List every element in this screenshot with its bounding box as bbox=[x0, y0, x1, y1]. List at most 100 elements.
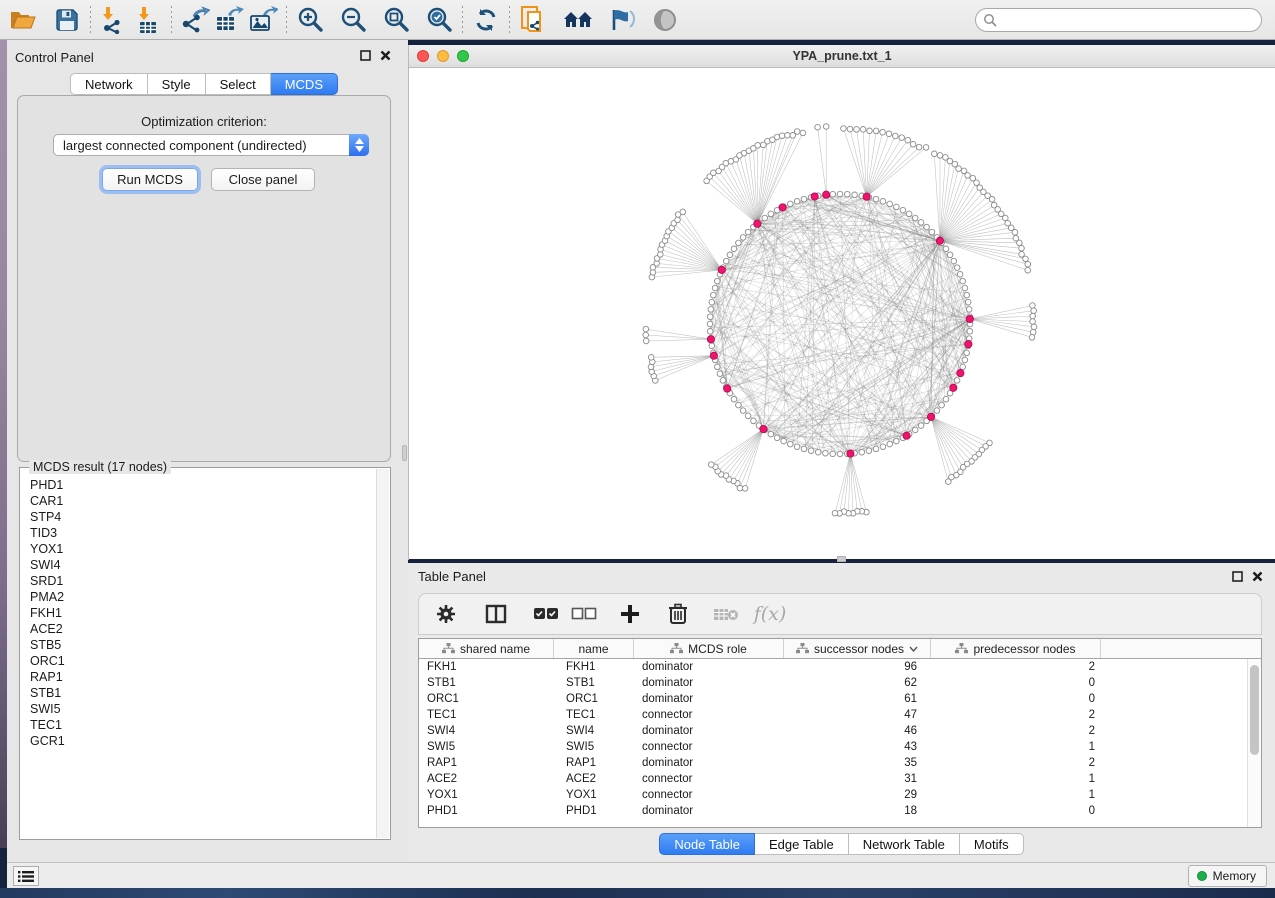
close-panel-icon[interactable] bbox=[1252, 570, 1263, 585]
hide-graphics-details-icon[interactable] bbox=[604, 4, 638, 36]
tab-style[interactable]: Style bbox=[148, 73, 206, 95]
search-input[interactable] bbox=[975, 8, 1262, 32]
mcds-result-scrollbar[interactable] bbox=[376, 469, 389, 838]
table-row[interactable]: STB1STB1dominator620 bbox=[419, 675, 1247, 691]
cell-shared-name[interactable]: SWI4 bbox=[419, 723, 554, 739]
close-panel-icon[interactable] bbox=[380, 49, 391, 64]
mcds-result-item[interactable]: TEC1 bbox=[21, 717, 376, 733]
float-panel-icon[interactable] bbox=[360, 49, 371, 64]
cell-successor-nodes[interactable]: 47 bbox=[784, 707, 931, 723]
mcds-result-item[interactable]: PHD1 bbox=[21, 477, 376, 493]
cell-name[interactable]: ORC1 bbox=[554, 691, 634, 707]
cell-successor-nodes[interactable]: 46 bbox=[784, 723, 931, 739]
cell-mcds-role[interactable]: dominator bbox=[634, 803, 784, 819]
run-mcds-button[interactable]: Run MCDS bbox=[102, 168, 198, 191]
column-header-predecessor-nodes[interactable]: predecessor nodes bbox=[931, 639, 1101, 658]
cell-mcds-role[interactable]: dominator bbox=[634, 755, 784, 771]
table-row[interactable]: YOX1YOX1connector291 bbox=[419, 787, 1247, 803]
float-panel-icon[interactable] bbox=[1232, 570, 1243, 585]
horizontal-divider-grip[interactable] bbox=[837, 556, 846, 562]
tab-select[interactable]: Select bbox=[206, 73, 271, 95]
tab-network-table[interactable]: Network Table bbox=[849, 833, 960, 855]
cell-successor-nodes[interactable]: 31 bbox=[784, 771, 931, 787]
cell-predecessor-nodes[interactable]: 0 bbox=[931, 675, 1101, 691]
import-table-icon[interactable] bbox=[131, 4, 165, 36]
column-header-mcds-role[interactable]: MCDS role bbox=[634, 639, 784, 658]
mcds-result-item[interactable]: PMA2 bbox=[21, 589, 376, 605]
neighbors-houses-icon[interactable] bbox=[562, 4, 596, 36]
cell-predecessor-nodes[interactable]: 2 bbox=[931, 755, 1101, 771]
zoom-fit-icon[interactable] bbox=[379, 4, 413, 36]
cell-mcds-role[interactable]: dominator bbox=[634, 691, 784, 707]
cell-mcds-role[interactable]: dominator bbox=[634, 659, 784, 675]
tab-network[interactable]: Network bbox=[70, 73, 148, 95]
cell-mcds-role[interactable]: connector bbox=[634, 787, 784, 803]
table-row[interactable]: RAP1RAP1dominator352 bbox=[419, 755, 1247, 771]
close-panel-button[interactable]: Close panel bbox=[211, 168, 315, 191]
mcds-result-item[interactable]: GCR1 bbox=[21, 733, 376, 749]
mcds-result-item[interactable]: STB5 bbox=[21, 637, 376, 653]
split-pane-divider[interactable] bbox=[401, 40, 408, 862]
cell-name[interactable]: RAP1 bbox=[554, 755, 634, 771]
cell-successor-nodes[interactable]: 35 bbox=[784, 755, 931, 771]
tab-node-table[interactable]: Node Table bbox=[659, 833, 755, 855]
mcds-result-item[interactable]: YOX1 bbox=[21, 541, 376, 557]
cell-name[interactable]: YOX1 bbox=[554, 787, 634, 803]
table-row[interactable]: SWI5SWI5connector431 bbox=[419, 739, 1247, 755]
table-settings-gear-icon[interactable] bbox=[429, 599, 463, 629]
table-scrollbar-thumb[interactable] bbox=[1250, 665, 1259, 755]
mcds-result-item[interactable]: ACE2 bbox=[21, 621, 376, 637]
mcds-result-item[interactable]: TID3 bbox=[21, 525, 376, 541]
cell-shared-name[interactable]: RAP1 bbox=[419, 755, 554, 771]
cell-predecessor-nodes[interactable]: 1 bbox=[931, 771, 1101, 787]
cell-name[interactable]: STB1 bbox=[554, 675, 634, 691]
cell-mcds-role[interactable]: dominator bbox=[634, 675, 784, 691]
cell-predecessor-nodes[interactable]: 1 bbox=[931, 739, 1101, 755]
mcds-result-item[interactable]: SWI4 bbox=[21, 557, 376, 573]
cell-name[interactable]: ACE2 bbox=[554, 771, 634, 787]
cell-mcds-role[interactable]: connector bbox=[634, 739, 784, 755]
cell-shared-name[interactable]: YOX1 bbox=[419, 787, 554, 803]
network-view[interactable] bbox=[409, 68, 1275, 559]
save-icon[interactable] bbox=[50, 4, 84, 36]
cell-successor-nodes[interactable]: 29 bbox=[784, 787, 931, 803]
cell-name[interactable]: TEC1 bbox=[554, 707, 634, 723]
mcds-result-item[interactable]: ORC1 bbox=[21, 653, 376, 669]
cell-successor-nodes[interactable]: 18 bbox=[784, 803, 931, 819]
divider-grip[interactable] bbox=[402, 445, 407, 461]
task-history-button[interactable] bbox=[13, 866, 39, 886]
table-row[interactable]: ORC1ORC1dominator610 bbox=[419, 691, 1247, 707]
cell-predecessor-nodes[interactable]: 2 bbox=[931, 723, 1101, 739]
mcds-result-item[interactable]: FKH1 bbox=[21, 605, 376, 621]
cell-predecessor-nodes[interactable]: 2 bbox=[931, 707, 1101, 723]
open-file-icon[interactable] bbox=[6, 4, 40, 36]
zoom-selected-icon[interactable] bbox=[422, 4, 456, 36]
cell-predecessor-nodes[interactable]: 2 bbox=[931, 659, 1101, 675]
tab-motifs[interactable]: Motifs bbox=[960, 833, 1024, 855]
cell-successor-nodes[interactable]: 62 bbox=[784, 675, 931, 691]
cell-shared-name[interactable]: FKH1 bbox=[419, 659, 554, 675]
cell-name[interactable]: PHD1 bbox=[554, 803, 634, 819]
show-column-icon[interactable] bbox=[479, 599, 513, 629]
tab-edge-table[interactable]: Edge Table bbox=[755, 833, 849, 855]
table-row[interactable]: FKH1FKH1dominator962 bbox=[419, 659, 1247, 675]
mcds-result-item[interactable]: STP4 bbox=[21, 509, 376, 525]
cell-shared-name[interactable]: TEC1 bbox=[419, 707, 554, 723]
export-network-icon[interactable] bbox=[178, 4, 212, 36]
zoom-out-icon[interactable] bbox=[336, 4, 370, 36]
cell-predecessor-nodes[interactable]: 1 bbox=[931, 787, 1101, 803]
mcds-result-item[interactable]: SRD1 bbox=[21, 573, 376, 589]
cell-predecessor-nodes[interactable]: 0 bbox=[931, 803, 1101, 819]
table-row[interactable]: TEC1TEC1connector472 bbox=[419, 707, 1247, 723]
cell-name[interactable]: FKH1 bbox=[554, 659, 634, 675]
table-scrollbar[interactable] bbox=[1247, 659, 1261, 827]
network-from-file-icon[interactable] bbox=[516, 4, 550, 36]
cell-successor-nodes[interactable]: 61 bbox=[784, 691, 931, 707]
add-column-icon[interactable] bbox=[613, 599, 647, 629]
cell-name[interactable]: SWI5 bbox=[554, 739, 634, 755]
select-all-icon[interactable] bbox=[529, 599, 563, 629]
cell-mcds-role[interactable]: connector bbox=[634, 707, 784, 723]
cell-shared-name[interactable]: PHD1 bbox=[419, 803, 554, 819]
mcds-result-item[interactable]: SWI5 bbox=[21, 701, 376, 717]
export-table-icon[interactable] bbox=[212, 4, 246, 36]
